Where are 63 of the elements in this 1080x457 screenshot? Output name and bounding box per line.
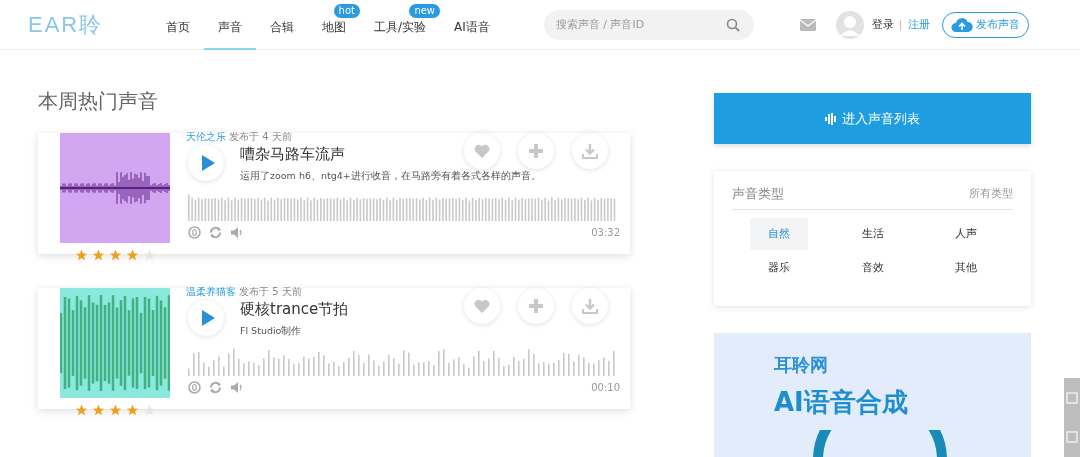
star-icon: [91, 249, 105, 262]
square-icon[interactable]: [1066, 391, 1078, 404]
cloud-upload-icon: [950, 16, 973, 33]
nav-tab[interactable]: 合辑: [256, 17, 308, 50]
type-item[interactable]: 音效: [843, 252, 902, 284]
star-icon: [125, 404, 139, 417]
cover-art[interactable]: [60, 133, 170, 243]
square-icon[interactable]: [1066, 431, 1078, 444]
download-icon: [582, 143, 598, 159]
star-icon: [142, 404, 156, 417]
banner-headline: AI语音合成: [774, 386, 909, 419]
nav-tab[interactable]: 首页: [152, 17, 204, 50]
avatar-icon[interactable]: [835, 10, 864, 39]
play-icon: [200, 310, 215, 326]
sound-title[interactable]: 硬核trance节拍: [240, 300, 349, 319]
nav-tab[interactable]: 地图: [308, 17, 360, 50]
play-icon: [200, 155, 215, 171]
section-title: 本周热门声音: [38, 88, 159, 115]
nav-tab[interactable]: 工具/实验: [360, 17, 441, 50]
star-icon: [142, 249, 156, 262]
star-icon: [108, 249, 122, 262]
duration-text: 03:32: [591, 227, 620, 238]
cover-art[interactable]: [60, 288, 170, 398]
plus-icon: [528, 298, 544, 314]
type-item[interactable]: 器乐: [750, 252, 808, 284]
sound-title[interactable]: 嘈杂马路车流声: [240, 145, 345, 164]
plus-icon: [528, 143, 544, 159]
banner-site-name: 耳聆网: [774, 353, 829, 377]
disc-icon[interactable]: [188, 226, 201, 239]
star-icon: [74, 249, 88, 262]
nav-badge: hot: [333, 3, 360, 18]
volume-icon[interactable]: [230, 226, 243, 239]
panel-title: 声音类型: [732, 185, 784, 203]
heart-icon: [474, 299, 490, 313]
nav-badge: new: [409, 3, 441, 18]
disc-icon[interactable]: [188, 381, 201, 394]
mail-icon[interactable]: [799, 18, 816, 31]
nav-tab[interactable]: 声音: [204, 17, 256, 50]
search-field[interactable]: 搜索声音 / 声音ID: [543, 9, 754, 40]
repeat-icon[interactable]: [209, 226, 222, 239]
post-time: 发布于 5 天前: [239, 286, 302, 297]
star-icon: [74, 404, 88, 417]
star-icon: [108, 404, 122, 417]
duration-text: 00:10: [591, 382, 620, 393]
search-icon[interactable]: [725, 17, 740, 32]
login-link[interactable]: 登录: [871, 17, 894, 32]
type-item[interactable]: 其他: [937, 252, 995, 284]
star-icon: [125, 249, 139, 262]
heart-icon: [474, 144, 490, 158]
play-button[interactable]: [188, 300, 224, 336]
separator: |: [898, 18, 903, 31]
sound-description: 运用了zoom h6、ntg4+进行收音，在马路旁有着各式各样的声音。: [240, 170, 541, 183]
play-button[interactable]: [188, 145, 224, 181]
waveform-icon: [825, 112, 837, 125]
type-item[interactable]: 人声: [937, 218, 995, 250]
volume-icon[interactable]: [230, 381, 243, 394]
post-time: 发布于 4 天前: [229, 131, 292, 142]
repeat-icon[interactable]: [209, 381, 222, 394]
nav-tab[interactable]: AI语音: [440, 17, 504, 50]
download-icon: [582, 298, 598, 314]
type-item[interactable]: 生活: [843, 218, 902, 250]
star-icon: [91, 404, 105, 417]
sound-description: Fl Studio制作: [240, 325, 303, 338]
